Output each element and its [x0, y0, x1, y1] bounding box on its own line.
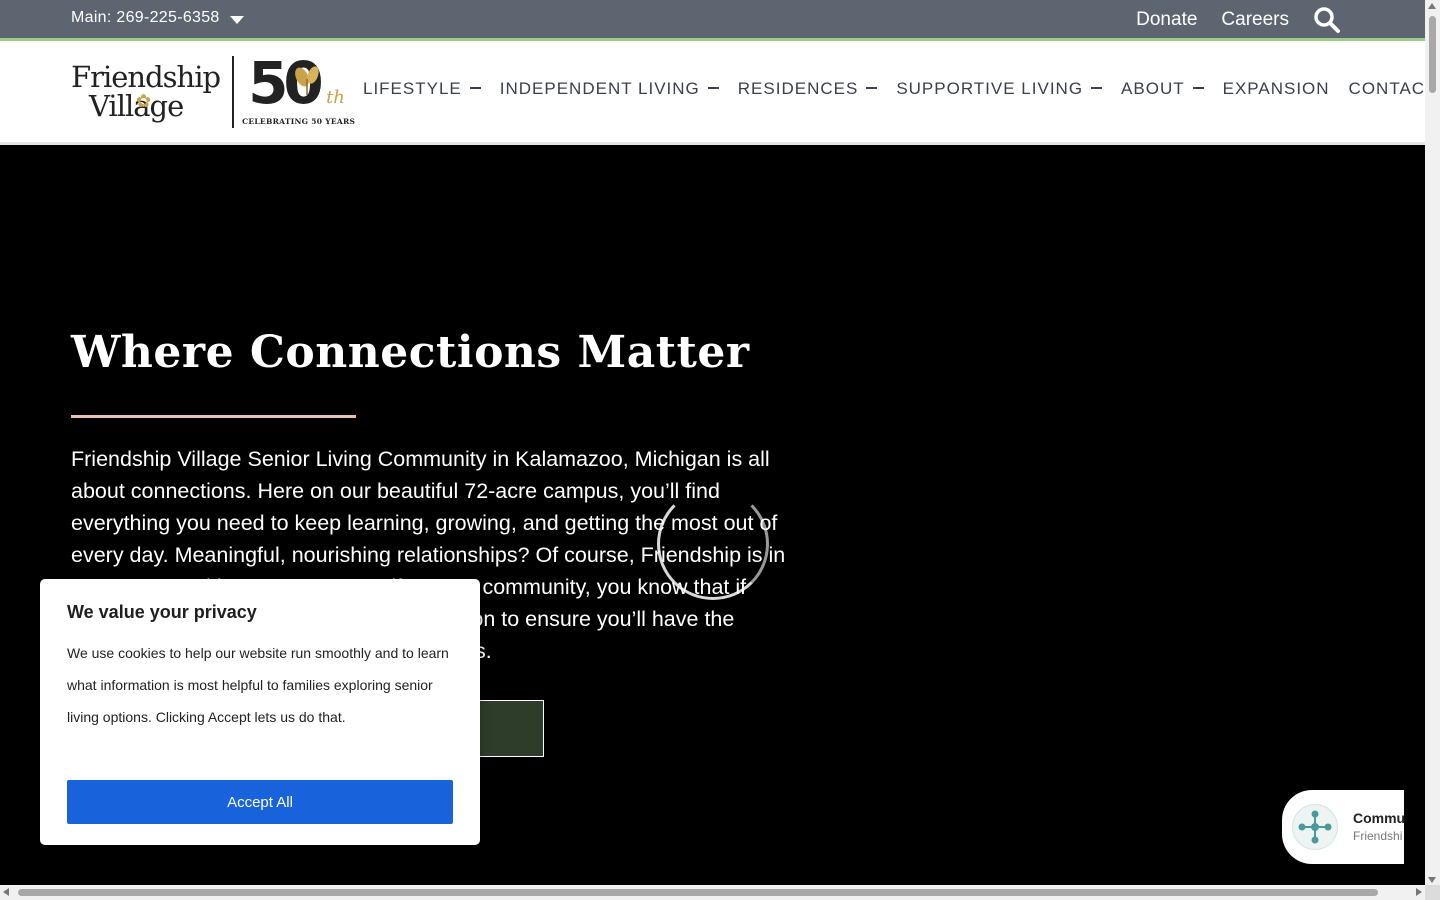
nav-item-label[interactable]: ABOUT: [1121, 79, 1185, 99]
utility-links: Donate Careers: [1136, 6, 1341, 34]
loading-spinner-icon: [657, 488, 769, 600]
nav-item-contact[interactable]: CONTACT: [1349, 79, 1437, 99]
scroll-right-icon[interactable]: [1416, 888, 1422, 896]
dropdown-icon[interactable]: [866, 87, 878, 89]
nav-item-lifestyle[interactable]: LIFESTYLE: [363, 79, 481, 99]
dropdown-icon[interactable]: [707, 87, 719, 89]
horizontal-scrollbar-thumb[interactable]: [18, 889, 1378, 896]
nav-item-independent-living[interactable]: INDEPENDENT LIVING: [500, 79, 719, 99]
anniversary-suffix: th: [326, 87, 345, 108]
logo-wordmark: Friendship Village ✿: [71, 63, 221, 123]
cookie-title: We value your privacy: [67, 602, 257, 622]
anniversary-badge: 50 th CELEBRATING 50 YEARS: [242, 49, 355, 129]
scroll-down-icon[interactable]: [1428, 877, 1436, 883]
scroll-left-icon[interactable]: [3, 888, 9, 896]
site-header: Friendship Village ✿ 50 th CELEBRATING 5…: [0, 41, 1435, 146]
nav-item-expansion[interactable]: EXPANSION: [1223, 79, 1330, 99]
logo-line-2: Village: [89, 89, 184, 123]
utility-bar: Main: 269-225-6358 Donate Careers: [0, 0, 1425, 41]
dropdown-icon[interactable]: [1192, 87, 1204, 89]
chat-subtitle[interactable]: Friendshi: [1353, 829, 1402, 843]
nav-item-label[interactable]: INDEPENDENT LIVING: [500, 79, 700, 99]
hero-title: Where Connections Matter: [71, 327, 750, 378]
nav-item-residences[interactable]: RESIDENCES: [738, 79, 878, 99]
search-icon[interactable]: [1313, 6, 1341, 34]
chat-title[interactable]: Commu: [1353, 810, 1404, 826]
dropdown-icon[interactable]: [469, 87, 481, 89]
horizontal-scrollbar[interactable]: [0, 885, 1425, 900]
main-nav: LIFESTYLE INDEPENDENT LIVING RESIDENCES …: [363, 79, 1440, 99]
cookie-consent-banner: We value your privacy We use cookies to …: [40, 579, 480, 845]
celebrating-tagline: CELEBRATING 50 YEARS: [242, 117, 356, 126]
phone-dropdown[interactable]: Main: 269-225-6358: [71, 9, 244, 27]
logo-divider: [232, 56, 235, 128]
nav-item-about[interactable]: ABOUT: [1121, 79, 1204, 99]
chat-widget[interactable]: Commu Friendshi: [1282, 790, 1404, 864]
scroll-up-icon[interactable]: [1428, 3, 1436, 9]
careers-link[interactable]: Careers: [1221, 9, 1289, 31]
accept-all-button[interactable]: Accept All: [67, 780, 453, 824]
donate-link[interactable]: Donate: [1136, 9, 1197, 31]
nav-item-label[interactable]: RESIDENCES: [738, 79, 859, 99]
chevron-down-icon[interactable]: [229, 16, 244, 24]
vertical-scrollbar-thumb[interactable]: [1429, 16, 1436, 93]
nav-item-label[interactable]: LIFESTYLE: [363, 79, 462, 99]
cookie-body: We use cookies to help our website run s…: [67, 645, 449, 725]
site-logo[interactable]: Friendship Village ✿ 50 th CELEBRATING 5…: [71, 49, 355, 129]
vertical-scrollbar[interactable]: [1425, 0, 1440, 886]
nav-item-supportive-living[interactable]: SUPPORTIVE LIVING: [896, 79, 1103, 99]
phone-label[interactable]: Main: 269-225-6358: [71, 9, 220, 27]
flower-icon: ✿: [136, 91, 152, 112]
nav-item-label[interactable]: EXPANSION: [1223, 79, 1330, 99]
nav-item-label[interactable]: CONTACT: [1349, 79, 1437, 99]
title-underline: [71, 415, 356, 418]
nav-item-label[interactable]: SUPPORTIVE LIVING: [896, 79, 1083, 99]
dropdown-icon[interactable]: [1091, 87, 1103, 89]
scrollbar-corner: [1425, 885, 1440, 900]
leaf-icon: [295, 66, 319, 95]
chat-logo-icon[interactable]: [1292, 804, 1338, 850]
